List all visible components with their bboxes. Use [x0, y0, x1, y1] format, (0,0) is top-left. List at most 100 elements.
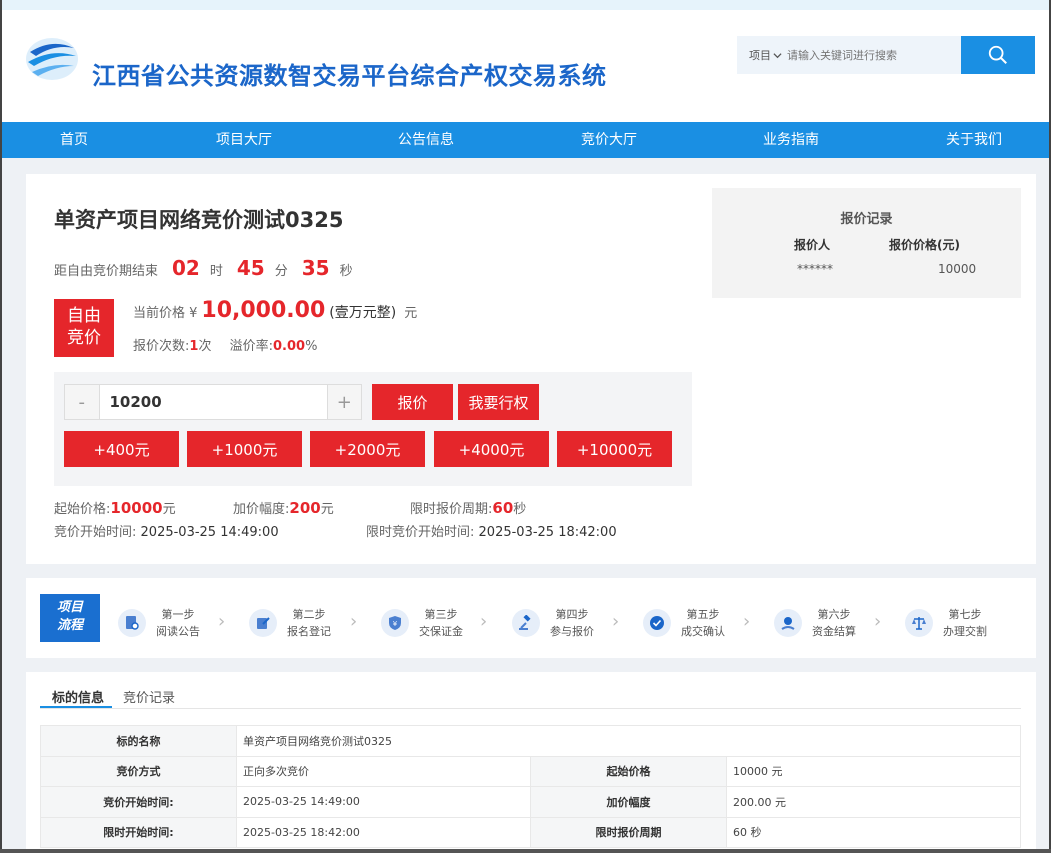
flow-step-name: 资金结算 [812, 625, 856, 638]
tab-divider [40, 708, 1021, 709]
limit-cycle: 限时报价周期:60秒 [410, 498, 526, 517]
submit-bid-button[interactable]: 报价 [372, 384, 453, 420]
tab-bid-records[interactable]: 竞价记录 [123, 687, 175, 706]
flow-badge-line1: 项目 [56, 600, 83, 615]
flow-step-2[interactable]: 第二步 报名登记 [249, 605, 331, 641]
start-price-value: 10000 [110, 499, 163, 517]
bid-amount-stepper: - + [64, 384, 362, 420]
platform-logo-icon[interactable] [24, 36, 80, 82]
exercise-right-button[interactable]: 我要行权 [458, 384, 539, 420]
flow-step-1[interactable]: 第一步 阅读公告 [118, 605, 200, 641]
increment-4000-button[interactable]: +4000元 [434, 431, 549, 467]
table-value: 正向多次竞价 [236, 755, 531, 787]
limit-cycle-label: 限时报价周期: [410, 502, 493, 517]
flow-step-number: 第一步 [161, 608, 195, 621]
gavel-icon [512, 609, 540, 637]
flow-step-3[interactable]: ¥ 第三步交保证金 [381, 605, 463, 641]
flow-step-number: 第七步 [948, 608, 982, 621]
increment-1000-button[interactable]: +1000元 [187, 431, 302, 467]
flow-badge-line2: 流程 [56, 618, 83, 633]
edit-icon [249, 609, 277, 637]
nav-announcements[interactable]: 公告信息 [398, 122, 454, 158]
table-row: 竞价方式 正向多次竞价 起始价格 10000 元 [40, 755, 1021, 787]
svg-text:¥: ¥ [393, 620, 398, 628]
flow-step-4[interactable]: 第四步 参与报价 [512, 605, 594, 641]
table-value: 200.00 元 [726, 786, 1021, 818]
document-search-icon [118, 609, 146, 637]
table-value: 2025-03-25 18:42:00 [236, 816, 531, 848]
countdown: 距自由竞价期结束 02 时 45 分 35 秒 [54, 256, 353, 280]
increment-button[interactable]: + [327, 385, 361, 419]
search-button[interactable] [961, 36, 1035, 74]
table-label: 竞价开始时间: [40, 786, 237, 818]
bid-stats: 报价次数:1次 溢价率:0.00% [133, 335, 317, 354]
project-title: 单资产项目网络竞价测试0325 [54, 208, 344, 232]
countdown-label: 距自由竞价期结束 [54, 264, 159, 279]
chevron-right-icon: › [612, 611, 620, 632]
current-price-unit: 元 [404, 306, 418, 321]
table-row: 限时开始时间: 2025-03-25 18:42:00 限时报价周期 60 秒 [40, 816, 1021, 848]
bid-count-unit: 次 [198, 339, 212, 354]
increment-2000-button[interactable]: +2000元 [310, 431, 425, 467]
search-input[interactable] [787, 36, 957, 74]
flow-step-number: 第四步 [555, 608, 589, 621]
nav-about-us[interactable]: 关于我们 [946, 122, 1002, 158]
current-price-value: 10,000.00 [201, 298, 326, 323]
nav-home[interactable]: 首页 [60, 122, 88, 158]
price-increment: 加价幅度:200元 [233, 498, 334, 517]
check-circle-icon [643, 609, 671, 637]
table-label: 加价幅度 [530, 786, 727, 818]
bid-start-time-label: 竞价开始时间: [54, 525, 137, 540]
table-label: 标的名称 [40, 725, 237, 757]
start-price: 起始价格:10000元 [54, 498, 176, 517]
browser-top-strip [0, 0, 1051, 10]
bid-count-label: 报价次数: [133, 339, 190, 354]
increment-unit: 元 [320, 502, 334, 517]
limit-cycle-value: 60 [492, 499, 514, 517]
table-label: 起始价格 [530, 755, 727, 787]
site-title[interactable]: 江西省公共资源数智交易平台综合产权交易系统 [92, 56, 607, 91]
hand-money-icon [774, 609, 802, 637]
limit-start-time: 限时竞价开始时间: 2025-03-25 18:42:00 [366, 521, 617, 540]
flow-step-name: 参与报价 [550, 625, 594, 638]
nav-business-guide[interactable]: 业务指南 [763, 122, 819, 158]
main-nav: 首页 项目大厅 公告信息 竞价大厅 业务指南 关于我们 [2, 122, 1049, 158]
flow-step-5[interactable]: 第五步 成交确认 [643, 605, 725, 641]
countdown-hours-unit: 时 [209, 264, 223, 279]
nav-bidding-hall[interactable]: 竞价大厅 [581, 122, 637, 158]
shield-yen-icon: ¥ [381, 609, 409, 637]
bid-mode-badge: 自由 竞价 [54, 299, 114, 357]
countdown-seconds-unit: 秒 [339, 264, 353, 279]
flow-step-name: 交保证金 [419, 625, 463, 638]
current-price-label: 当前价格 ¥ [133, 306, 198, 321]
chevron-right-icon: › [743, 611, 751, 632]
limit-cycle-unit: 秒 [513, 502, 527, 517]
limit-start-time-label: 限时竞价开始时间: [366, 525, 475, 540]
bid-amount-input[interactable] [98, 385, 328, 419]
start-price-unit: 元 [162, 502, 176, 517]
flow-step-name: 报名登记 [287, 625, 331, 638]
tab-subject-info[interactable]: 标的信息 [52, 687, 104, 706]
table-value: 2025-03-25 14:49:00 [236, 786, 531, 818]
flow-step-7[interactable]: 第七步 办理交割 [905, 605, 987, 641]
flow-step-number: 第五步 [686, 608, 720, 621]
nav-project-hall[interactable]: 项目大厅 [216, 122, 272, 158]
flow-step-6[interactable]: 第六步 资金结算 [774, 605, 856, 641]
bid-records-panel: 报价记录 报价人 报价价格(元) ****** 10000 [712, 188, 1021, 298]
table-label: 限时开始时间: [40, 816, 237, 848]
price-column-header: 报价价格(元) [889, 238, 960, 252]
window-frame-bottom [0, 849, 1051, 853]
chevron-down-icon [773, 52, 782, 58]
premium-label: 溢价率: [229, 339, 273, 354]
increment-400-button[interactable]: +400元 [64, 431, 179, 467]
flow-step-number: 第三步 [424, 608, 458, 621]
decrement-button[interactable]: - [65, 385, 99, 419]
search-category-select[interactable]: 项目 [737, 47, 787, 63]
bidder-column-header: 报价人 [794, 238, 831, 252]
bid-mode-line1: 自由 [67, 306, 101, 326]
chevron-right-icon: › [874, 611, 882, 632]
countdown-minutes: 45 [236, 256, 265, 280]
scale-icon [905, 609, 933, 637]
increment-10000-button[interactable]: +10000元 [557, 431, 672, 467]
table-value: 60 秒 [726, 816, 1021, 848]
